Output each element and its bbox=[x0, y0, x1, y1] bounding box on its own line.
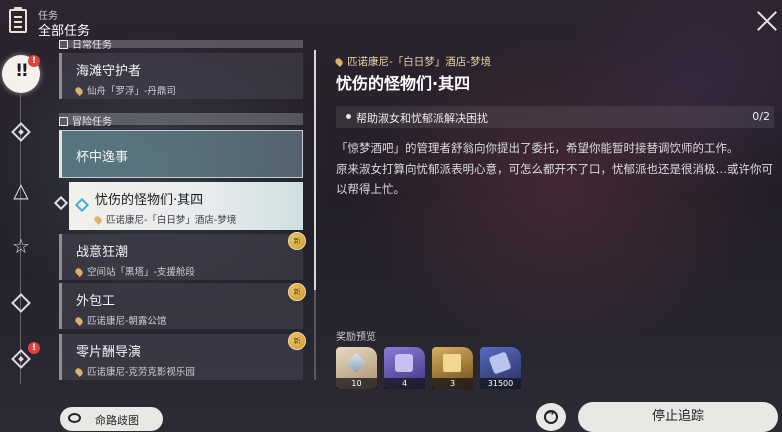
reward-item[interactable]: 4 bbox=[384, 347, 425, 389]
rail-companion-button[interactable]: △ bbox=[8, 177, 34, 203]
description-paragraph-1: 「惊梦酒吧」的管理者舒翁向你提出了委托，希望你能暂时接替调饮师的工作。 bbox=[336, 141, 739, 155]
navigate-icon bbox=[544, 408, 558, 424]
credits-icon bbox=[488, 351, 512, 375]
map-button-label: 命路歧图 bbox=[95, 414, 139, 427]
mission-title: 海滩守护者 bbox=[76, 64, 142, 79]
reward-item[interactable]: 31500 bbox=[480, 347, 521, 389]
mission-clipboard-icon bbox=[9, 7, 27, 33]
rail-alert-badge: ! bbox=[28, 55, 40, 67]
location-pin-icon bbox=[93, 215, 103, 225]
rail-daily-button[interactable] bbox=[8, 290, 34, 316]
reward-item[interactable]: 10 bbox=[336, 347, 377, 389]
mission-item-selected[interactable]: 忧伤的怪物们·其四 匹诺康尼-「白日梦」酒店-梦境 bbox=[69, 182, 303, 230]
mission-item[interactable]: 外包工 匹诺康尼-朝露公馆 新 bbox=[59, 283, 306, 329]
mission-description: 「惊梦酒吧」的管理者舒翁向你提出了委托，希望你能暂时接替调饮师的工作。 原来淑女… bbox=[336, 138, 776, 200]
mission-item[interactable]: 零片酬导演 匹诺康尼-克劳克影视乐园 新 bbox=[59, 332, 306, 380]
event-mission-icon bbox=[11, 349, 31, 369]
mission-title: 忧伤的怪物们·其四 bbox=[95, 193, 204, 208]
new-badge-icon: 新 bbox=[288, 283, 306, 301]
mission-location: 空间站「黑塔」-支援舱段 bbox=[74, 264, 195, 278]
navigate-button[interactable] bbox=[536, 403, 566, 431]
mission-location: 匹诺康尼-「白日梦」酒店-梦境 bbox=[93, 212, 236, 226]
location-pin-icon bbox=[74, 367, 84, 377]
close-icon[interactable] bbox=[754, 8, 780, 34]
objective-text: 帮助淑女和忧郁派解决困扰 bbox=[356, 112, 488, 125]
mission-title: 零片酬导演 bbox=[76, 345, 142, 360]
page-title: 全部任务 bbox=[38, 24, 91, 39]
map-button[interactable]: 命路歧图 bbox=[60, 407, 163, 431]
mission-item[interactable]: 杯中逸事 bbox=[59, 130, 303, 178]
detail-title: 忧伤的怪物们·其四 bbox=[336, 74, 471, 93]
new-badge-icon: 新 bbox=[288, 332, 306, 350]
description-paragraph-2: 原来淑女打算向忧郁派表明心意，可怎么都开不了口，忧郁派也还是很消极…或许你可以帮… bbox=[336, 161, 773, 197]
bullet-icon bbox=[346, 114, 351, 119]
rail-event-button[interactable]: ! bbox=[8, 342, 40, 372]
detail-location: 匹诺康尼-「白日梦」酒店-梦境 bbox=[334, 54, 491, 69]
mission-title: 战意狂潮 bbox=[76, 245, 129, 260]
trailblaze-mission-icon bbox=[11, 122, 31, 142]
rewards-label: 奖励预览 bbox=[336, 332, 376, 343]
rail-alert-badge: ! bbox=[28, 342, 40, 354]
rail-all-missions-button[interactable]: !! ! bbox=[2, 55, 40, 93]
mission-location: 匹诺康尼-朝露公馆 bbox=[74, 313, 166, 327]
reward-count: 10 bbox=[336, 378, 377, 389]
rail-adventure-button[interactable]: ☆ bbox=[8, 233, 34, 259]
reward-count: 4 bbox=[384, 378, 425, 389]
mission-item[interactable]: 海滩守护者 仙舟「罗浮」-丹鼎司 bbox=[59, 53, 303, 99]
location-pin-icon bbox=[74, 316, 84, 326]
reward-count: 3 bbox=[432, 378, 473, 389]
traveler-guide-icon bbox=[395, 354, 413, 372]
new-badge-icon: 新 bbox=[288, 232, 306, 250]
companion-mission-icon: △ bbox=[13, 178, 29, 202]
location-pin-icon bbox=[334, 57, 344, 67]
mission-item[interactable]: 战意狂潮 空间站「黑塔」-支援舱段 新 bbox=[59, 232, 306, 280]
credit-icon bbox=[443, 354, 461, 372]
category-daily: 日常任务 bbox=[59, 40, 303, 51]
mission-location: 匹诺康尼-克劳克影视乐园 bbox=[74, 364, 195, 378]
daily-mission-icon bbox=[11, 293, 31, 313]
reward-count: 31500 bbox=[480, 378, 521, 389]
selected-mission-icon bbox=[74, 197, 90, 213]
objective-progress: 0/2 bbox=[752, 110, 770, 123]
trailblaze-exp-icon bbox=[346, 353, 366, 373]
list-scrollbar[interactable] bbox=[314, 50, 316, 380]
mission-list[interactable]: 日常任务 海滩守护者 仙舟「罗浮」-丹鼎司 冒险任务 杯中逸事 忧伤的怪物们·其… bbox=[55, 40, 307, 380]
location-pin-icon bbox=[74, 267, 84, 277]
map-icon bbox=[68, 413, 81, 423]
stop-tracking-button[interactable]: 停止追踪 bbox=[578, 402, 778, 432]
mission-location: 仙舟「罗浮」-丹鼎司 bbox=[74, 83, 176, 97]
scrollbar-thumb bbox=[314, 50, 316, 290]
mission-title: 杯中逸事 bbox=[76, 150, 129, 165]
objective-row: 帮助淑女和忧郁派解决困扰 0/2 bbox=[336, 106, 774, 128]
location-pin-icon bbox=[74, 86, 84, 96]
reward-item[interactable]: 3 bbox=[432, 347, 473, 389]
rail-trailblaze-button[interactable] bbox=[8, 119, 34, 145]
mission-title: 外包工 bbox=[76, 294, 116, 309]
adventure-mission-icon: ☆ bbox=[12, 234, 30, 258]
category-adventure: 冒险任务 bbox=[59, 113, 303, 128]
